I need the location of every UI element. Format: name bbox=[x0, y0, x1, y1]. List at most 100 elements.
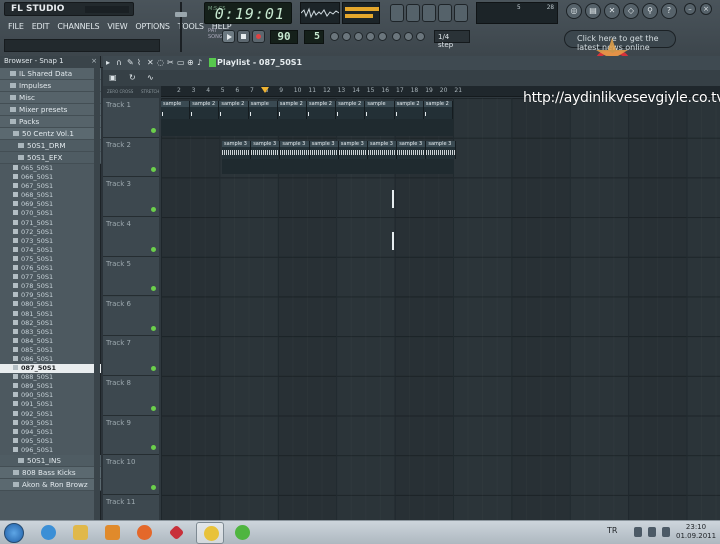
audio-clip[interactable]: sample 3 bbox=[251, 141, 281, 159]
slice-icon[interactable]: ✂ bbox=[167, 59, 175, 67]
audio-clip[interactable]: sample 2 bbox=[219, 101, 249, 119]
save-icon[interactable]: ▤ bbox=[585, 3, 601, 19]
stretch-toggle[interactable]: STRETCH bbox=[141, 89, 159, 94]
browser-item[interactable]: 095_50S1 bbox=[0, 437, 101, 446]
system-clock[interactable]: 23:10 01.09.2011 bbox=[676, 523, 716, 541]
audio-clip[interactable]: sample 3 bbox=[368, 141, 398, 159]
menu-edit[interactable]: EDIT bbox=[28, 20, 54, 35]
render-icon[interactable]: ✕ bbox=[604, 3, 620, 19]
audio-clip[interactable]: sample 3 bbox=[426, 141, 456, 159]
browser-item[interactable]: 076_50S1 bbox=[0, 264, 101, 273]
typing-keyboard-icon[interactable] bbox=[416, 32, 425, 41]
tempo-display[interactable]: 90 bbox=[270, 30, 298, 44]
help-icon[interactable]: ? bbox=[661, 3, 677, 19]
browser-item[interactable]: 50S1_INS bbox=[0, 455, 101, 467]
browser-item[interactable]: 096_50S1 bbox=[0, 446, 101, 455]
delete-icon[interactable]: ✕ bbox=[147, 59, 155, 67]
browser-item[interactable]: 073_50S1 bbox=[0, 237, 101, 246]
browser-item[interactable]: 090_50S1 bbox=[0, 391, 101, 400]
track-mute-led[interactable] bbox=[151, 405, 156, 411]
audio-clip[interactable]: sample 3 bbox=[280, 141, 310, 159]
menu-view[interactable]: VIEW bbox=[103, 20, 131, 35]
track-mute-led[interactable] bbox=[151, 207, 156, 213]
browser-title-bar[interactable]: Browser - Snap 1 × bbox=[0, 56, 100, 68]
browser-item[interactable]: 808 Bass Kicks bbox=[0, 467, 101, 479]
track-header[interactable]: Track 1 bbox=[103, 98, 159, 138]
wave-icon[interactable]: ∿ bbox=[147, 74, 155, 82]
track-mute-led[interactable] bbox=[151, 326, 156, 332]
menu-channels[interactable]: CHANNELS bbox=[53, 20, 103, 35]
stop-button[interactable] bbox=[237, 30, 250, 43]
track-header[interactable]: Track 4 bbox=[103, 217, 159, 257]
pattern-selector[interactable]: 5 bbox=[304, 30, 324, 44]
paint-brush-icon[interactable]: ⌇ bbox=[137, 59, 145, 67]
master-volume-slider[interactable] bbox=[172, 2, 190, 52]
taskbar-media[interactable] bbox=[98, 522, 126, 544]
playlist-grid[interactable]: sample sample 2 sample 2 sample sample 2 samp… bbox=[161, 98, 720, 520]
track-header[interactable]: Track 2 bbox=[103, 137, 159, 178]
audio-clip[interactable]: sample 2 bbox=[277, 101, 307, 119]
browser-item[interactable]: 075_50S1 bbox=[0, 255, 101, 264]
audio-clip[interactable]: sample 3 bbox=[222, 141, 252, 159]
zero-cross-toggle[interactable]: ZERO CROSS bbox=[107, 89, 133, 94]
keyboard-icon[interactable]: ▣ bbox=[109, 74, 117, 82]
record-button[interactable] bbox=[252, 30, 265, 43]
track-header[interactable]: Track 7 bbox=[103, 336, 159, 376]
browser-window-button[interactable] bbox=[438, 4, 452, 22]
browser-item[interactable]: 094_50S1 bbox=[0, 428, 101, 437]
playlist-scroll-bar[interactable]: ▣ ↻ ∿ bbox=[103, 70, 720, 86]
taskbar-explorer[interactable] bbox=[66, 522, 94, 544]
audio-clip[interactable]: sample 3 bbox=[397, 141, 427, 159]
browser-item[interactable]: 067_50S1 bbox=[0, 182, 101, 191]
taskbar-firefox[interactable] bbox=[130, 522, 158, 544]
browser-scrollbar[interactable] bbox=[94, 68, 100, 520]
track-mute-led[interactable] bbox=[151, 484, 156, 490]
browser-item[interactable]: 093_50S1 bbox=[0, 419, 101, 428]
browser-item[interactable]: 071_50S1 bbox=[0, 219, 101, 228]
loop-icon[interactable]: ↻ bbox=[129, 74, 137, 82]
countdown-icon[interactable] bbox=[354, 32, 363, 41]
blend-notes-icon[interactable] bbox=[366, 32, 375, 41]
track-mute-led[interactable] bbox=[151, 445, 156, 451]
audio-clip[interactable]: sample 2 bbox=[336, 101, 366, 119]
track-mute-led[interactable] bbox=[151, 127, 156, 133]
start-button[interactable] bbox=[4, 523, 24, 543]
play-button[interactable] bbox=[222, 30, 235, 43]
draw-pencil-icon[interactable]: ✎ bbox=[127, 59, 135, 67]
browser-item[interactable]: Packs bbox=[0, 116, 101, 128]
playback-icon[interactable]: ♪ bbox=[197, 59, 205, 67]
menu-arrow-icon[interactable]: ▸ bbox=[106, 59, 114, 67]
tray-usb-icon[interactable] bbox=[634, 527, 642, 537]
browser-item[interactable]: 50S1_EFX bbox=[0, 152, 101, 164]
browser-item[interactable]: 082_50S1 bbox=[0, 319, 101, 328]
online-icon[interactable]: ◎ bbox=[566, 3, 582, 19]
track-mute-led[interactable] bbox=[151, 365, 156, 371]
search-icon[interactable]: ⚲ bbox=[642, 3, 658, 19]
audio-clip[interactable]: sample bbox=[248, 101, 278, 119]
browser-item[interactable]: 092_50S1 bbox=[0, 410, 101, 419]
audio-clip[interactable]: sample bbox=[365, 101, 395, 119]
browser-item[interactable]: 088_50S1 bbox=[0, 373, 101, 382]
pattern-song-mode[interactable]: PAT SONG bbox=[208, 28, 223, 42]
minimize-icon[interactable]: – bbox=[684, 3, 696, 15]
audio-clip[interactable]: sample 2 bbox=[423, 101, 453, 119]
select-icon[interactable]: ▭ bbox=[177, 59, 185, 67]
track-mute-led[interactable] bbox=[151, 246, 156, 252]
track-mute-led[interactable] bbox=[151, 286, 156, 292]
audio-clip[interactable]: sample 3 bbox=[309, 141, 339, 159]
piano-roll-window-button[interactable] bbox=[422, 4, 436, 22]
browser-item[interactable]: 089_50S1 bbox=[0, 382, 101, 391]
track-mute-led[interactable] bbox=[151, 167, 156, 173]
browser-item[interactable]: 078_50S1 bbox=[0, 282, 101, 291]
menu-options[interactable]: OPTIONS bbox=[131, 20, 173, 35]
mute-icon[interactable]: ◌ bbox=[157, 59, 165, 67]
zoom-icon[interactable]: ⊕ bbox=[187, 59, 195, 67]
browser-item[interactable]: 085_50S1 bbox=[0, 346, 101, 355]
browser-item[interactable]: 084_50S1 bbox=[0, 337, 101, 346]
wait-input-icon[interactable] bbox=[342, 32, 351, 41]
menu-file[interactable]: FILE bbox=[4, 20, 28, 35]
browser-item[interactable]: Misc bbox=[0, 92, 101, 104]
browser-item[interactable]: Impulses bbox=[0, 80, 101, 92]
browser-item[interactable]: 066_50S1 bbox=[0, 173, 101, 182]
track-header[interactable]: Track 10 bbox=[103, 455, 159, 495]
